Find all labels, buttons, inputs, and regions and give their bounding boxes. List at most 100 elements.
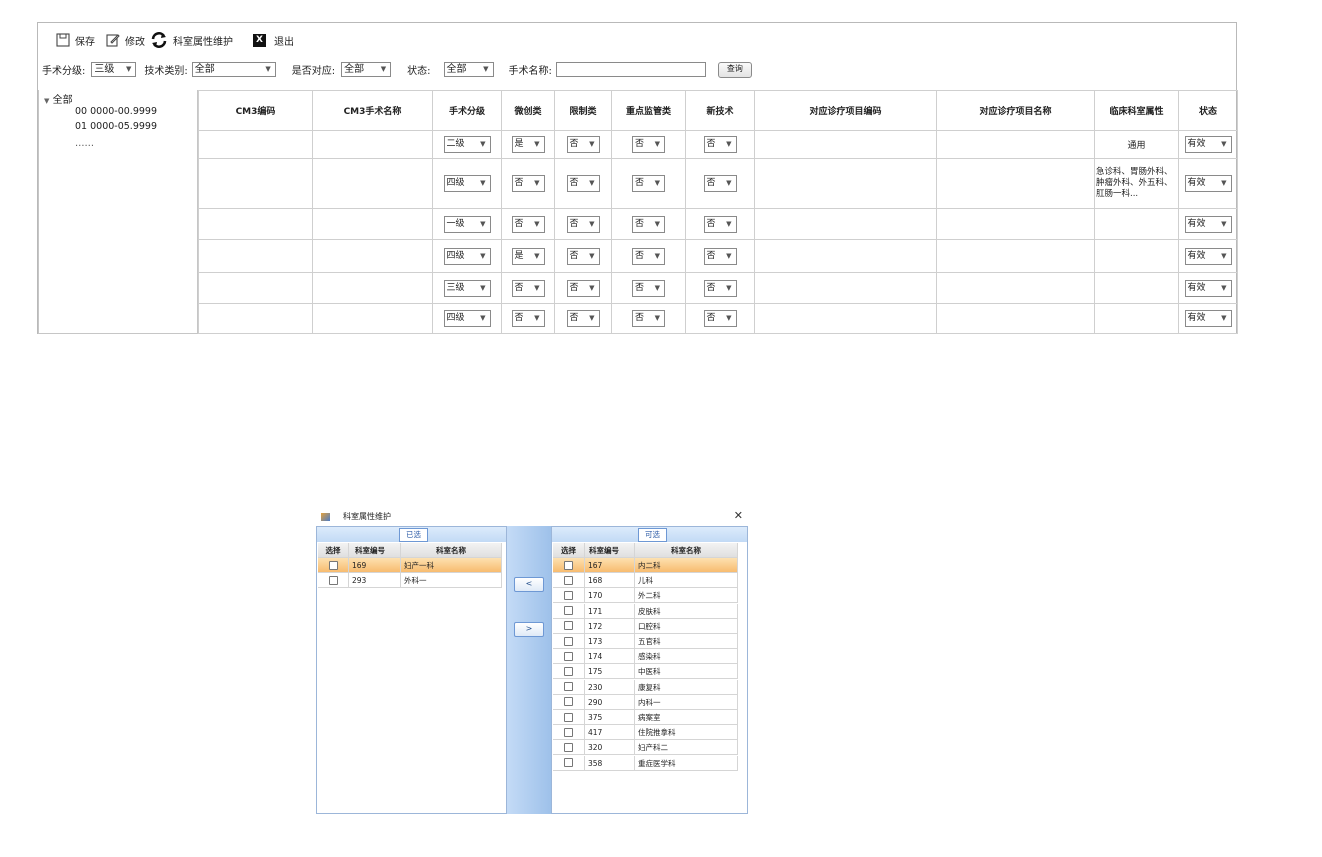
cell-select[interactable]: 否 ▼ <box>566 215 600 233</box>
cell-select[interactable]: 四级 ▼ <box>443 310 491 327</box>
cell-select[interactable]: 否 ▼ <box>703 175 737 192</box>
cell-select[interactable]: 否 ▼ <box>703 247 737 265</box>
dept-attr-cell[interactable] <box>1094 208 1179 240</box>
list-item[interactable]: 230 康复科 <box>553 679 738 695</box>
grid-column-header[interactable]: 重点监管类 <box>611 90 686 131</box>
grid-column-header[interactable]: 微创类 <box>501 90 555 131</box>
list-item[interactable]: 375 病案室 <box>553 710 738 725</box>
cm3-code-cell[interactable] <box>198 158 313 209</box>
row-checkbox[interactable] <box>564 682 573 692</box>
table-row[interactable]: 三级 ▼ 否 ▼ 否 ▼ 否 ▼ 否 ▼ 有效 ▼ <box>198 272 1238 304</box>
cell-select[interactable]: 有效 ▼ <box>1184 247 1232 265</box>
dept-attr-cell[interactable] <box>1094 303 1179 334</box>
row-checkbox[interactable] <box>564 742 573 752</box>
row-checkbox[interactable] <box>564 651 573 661</box>
cell-select[interactable]: 否 ▼ <box>632 136 665 153</box>
cell-select[interactable]: 否 ▼ <box>511 175 545 192</box>
cell-select[interactable]: 否 ▼ <box>632 310 665 327</box>
name-filter-input[interactable] <box>555 62 706 77</box>
grid-column-header[interactable]: 状态 <box>1178 90 1238 131</box>
item-name-cell[interactable] <box>936 272 1095 304</box>
cell-select[interactable]: 有效 ▼ <box>1184 175 1232 192</box>
cm3-name-cell[interactable] <box>312 158 433 209</box>
table-row[interactable]: 一级 ▼ 否 ▼ 否 ▼ 否 ▼ 否 ▼ 有效 ▼ <box>198 208 1238 240</box>
item-code-cell[interactable] <box>754 272 937 304</box>
cell-select[interactable]: 否 ▼ <box>566 136 600 153</box>
table-row[interactable]: 二级 ▼ 是 ▼ 否 ▼ 否 ▼ 否 ▼ 通用 有效 ▼ <box>198 130 1238 159</box>
dept-attr-cell[interactable]: 通用 <box>1094 130 1179 159</box>
cm3-name-cell[interactable] <box>312 208 433 240</box>
grid-column-header[interactable]: CM3手术名称 <box>312 90 433 131</box>
cell-select[interactable]: 否 ▼ <box>511 310 545 327</box>
exit-button[interactable]: X 退出 <box>253 33 294 48</box>
row-checkbox[interactable] <box>564 560 573 570</box>
list-item[interactable]: 358 重症医学科 <box>553 755 738 771</box>
cell-select[interactable]: 二级 ▼ <box>443 136 491 153</box>
grid-column-header[interactable]: 手术分级 <box>432 90 502 131</box>
cell-select[interactable]: 否 ▼ <box>566 310 600 327</box>
grid-column-header[interactable]: CM3编码 <box>198 90 313 131</box>
row-checkbox[interactable] <box>564 758 573 768</box>
cell-select[interactable]: 否 ▼ <box>632 279 665 297</box>
item-code-cell[interactable] <box>754 303 937 334</box>
list-item[interactable]: 173 五官科 <box>553 634 738 649</box>
cell-select[interactable]: 否 ▼ <box>511 279 545 297</box>
tree-root[interactable]: ▼ 全部 <box>44 91 73 106</box>
list-item[interactable]: 290 内科一 <box>553 694 738 710</box>
cell-select[interactable]: 否 ▼ <box>566 247 600 265</box>
item-name-cell[interactable] <box>936 158 1095 209</box>
cell-select[interactable]: 四级 ▼ <box>443 175 491 192</box>
cell-select[interactable]: 是 ▼ <box>511 247 545 265</box>
row-checkbox[interactable] <box>328 575 338 585</box>
list-item[interactable]: 174 感染科 <box>553 649 738 665</box>
dept-attr-cell[interactable] <box>1094 272 1179 304</box>
row-checkbox[interactable] <box>564 590 573 600</box>
list-item[interactable]: 320 妇产科二 <box>553 740 738 756</box>
cell-select[interactable]: 三级 ▼ <box>443 279 491 297</box>
row-checkbox[interactable] <box>564 666 573 676</box>
cell-select[interactable]: 有效 ▼ <box>1184 215 1232 233</box>
cm3-name-cell[interactable] <box>312 239 433 273</box>
cell-select[interactable]: 有效 ▼ <box>1184 136 1232 153</box>
status-filter-select[interactable]: 全部 ▼ <box>443 62 494 77</box>
level-filter-select[interactable]: 三级 ▼ <box>91 62 137 77</box>
list-item[interactable]: 293 外科一 <box>318 573 502 589</box>
list-item[interactable]: 169 妇产一科 <box>318 558 502 573</box>
cell-select[interactable]: 否 ▼ <box>703 279 737 297</box>
cm3-code-cell[interactable] <box>198 130 313 159</box>
item-name-cell[interactable] <box>936 130 1095 159</box>
row-checkbox[interactable] <box>564 621 573 631</box>
save-button[interactable]: 保存 <box>56 33 95 48</box>
item-code-cell[interactable] <box>754 130 937 159</box>
cell-select[interactable]: 否 ▼ <box>511 215 545 233</box>
row-checkbox[interactable] <box>564 575 573 585</box>
tree-node[interactable]: 01 0000-05.9999 <box>75 121 157 132</box>
item-code-cell[interactable] <box>754 158 937 209</box>
grid-column-header[interactable]: 限制类 <box>554 90 612 131</box>
cell-select[interactable]: 否 ▼ <box>703 310 737 327</box>
cell-select[interactable]: 否 ▼ <box>632 215 665 233</box>
cm3-name-cell[interactable] <box>312 303 433 334</box>
dept-attr-cell[interactable]: 急诊科、胃肠外科、肿瘤外科、外五科、肛肠一科... <box>1094 158 1179 209</box>
cm3-name-cell[interactable] <box>312 130 433 159</box>
row-checkbox[interactable] <box>564 697 573 707</box>
grid-column-header[interactable]: 新技术 <box>685 90 755 131</box>
item-name-cell[interactable] <box>936 208 1095 240</box>
list-item[interactable]: 171 皮肤科 <box>553 603 738 619</box>
cm3-code-cell[interactable] <box>198 239 313 273</box>
cell-select[interactable]: 否 ▼ <box>703 136 737 153</box>
list-item[interactable]: 172 口腔科 <box>553 618 738 634</box>
tree-node[interactable]: 00 0000-00.9999 <box>75 106 157 117</box>
close-icon[interactable]: ✕ <box>734 509 743 522</box>
dept-attr-button[interactable]: 科室属性维护 <box>150 32 233 48</box>
table-row[interactable]: 四级 ▼ 否 ▼ 否 ▼ 否 ▼ 否 ▼ 有效 ▼ <box>198 303 1238 334</box>
item-name-cell[interactable] <box>936 239 1095 273</box>
tech-filter-select[interactable]: 全部 ▼ <box>191 62 276 77</box>
move-left-button[interactable]: < <box>514 577 544 592</box>
item-code-cell[interactable] <box>754 239 937 273</box>
cell-select[interactable]: 否 ▼ <box>566 175 600 192</box>
row-checkbox[interactable] <box>564 606 573 616</box>
item-name-cell[interactable] <box>936 303 1095 334</box>
row-checkbox[interactable] <box>564 636 573 646</box>
row-checkbox[interactable] <box>564 727 573 737</box>
